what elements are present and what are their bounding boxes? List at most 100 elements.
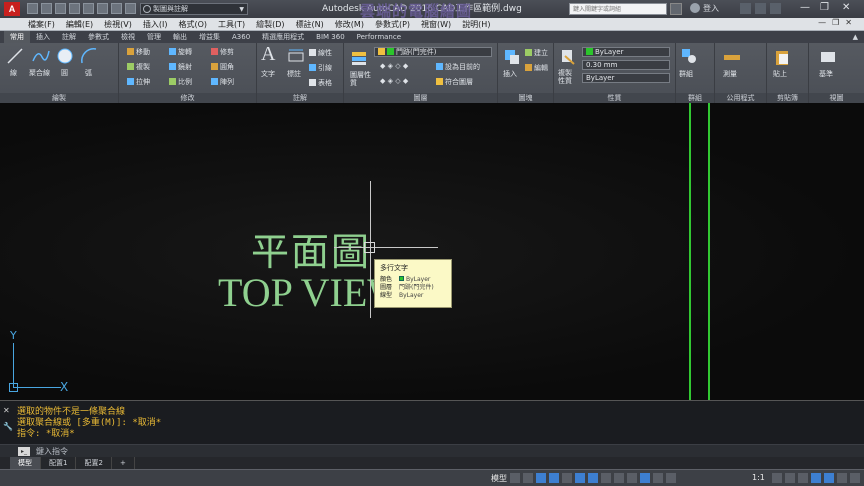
polar-icon[interactable] (549, 473, 559, 483)
insert-block-icon[interactable] (503, 48, 521, 66)
layer-tools-row2[interactable]: ◆ ◈ ◇ ◆ (380, 77, 408, 85)
tab-view[interactable]: 檢視 (115, 31, 141, 43)
grid-icon[interactable] (510, 473, 520, 483)
model-space-button[interactable]: 模型 (491, 473, 507, 484)
add-layout-button[interactable]: + (112, 457, 135, 469)
plan-title-english[interactable]: TOP VIEW (218, 269, 378, 316)
customization-menu-icon[interactable] (850, 473, 860, 483)
dimension-label[interactable]: 標註 (287, 69, 301, 79)
line-icon[interactable] (6, 47, 24, 65)
command-prompt-icon[interactable]: ▸_ (18, 447, 30, 456)
annotation-scale-value[interactable]: 1:1 (752, 473, 765, 482)
menu-item-view[interactable]: 檢視(V) (104, 19, 132, 30)
group-icon[interactable] (680, 47, 698, 65)
close-button[interactable]: ✕ (842, 2, 850, 13)
annotation-scale-icon[interactable] (666, 473, 676, 483)
base-view-icon[interactable] (819, 48, 837, 66)
tab-featured-apps[interactable]: 精選應用程式 (256, 31, 310, 43)
transparency-icon[interactable] (614, 473, 624, 483)
tab-home[interactable]: 常用 (4, 31, 30, 43)
tab-layout2[interactable]: 配置2 (76, 457, 112, 469)
arc-icon[interactable] (80, 47, 98, 65)
plan-title-chinese[interactable]: 平面圖 (251, 221, 371, 276)
layer-properties-icon[interactable] (350, 49, 368, 67)
menu-item-parametric[interactable]: 參數式(P) (375, 19, 410, 30)
a360-icon[interactable] (755, 3, 766, 14)
document-window-controls[interactable]: —❐✕ (818, 18, 858, 27)
panel-annotation-title[interactable]: 註解 (257, 93, 343, 103)
layer-tools-row1[interactable]: ◆ ◈ ◇ ◆ (380, 62, 408, 70)
tab-insert[interactable]: 插入 (30, 31, 56, 43)
tab-bim360[interactable]: BIM 360 (310, 31, 351, 43)
open-icon[interactable] (41, 3, 52, 14)
panel-view-title[interactable]: 視圖 (809, 93, 864, 103)
undo-icon[interactable] (97, 3, 108, 14)
linetype-dropdown[interactable]: ByLayer (582, 73, 670, 83)
menu-item-window[interactable]: 視窗(W) (421, 19, 451, 30)
selection-cycling-icon[interactable] (627, 473, 637, 483)
workspace-gear-icon[interactable] (125, 3, 136, 14)
minimize-button[interactable]: — (800, 2, 810, 13)
dimension-icon[interactable] (287, 47, 305, 65)
menu-item-format[interactable]: 格式(O) (178, 19, 207, 30)
workspace-switch-icon[interactable] (772, 473, 782, 483)
tab-annotate[interactable]: 註解 (56, 31, 82, 43)
lineweight-icon[interactable] (601, 473, 611, 483)
line-label[interactable]: 線 (10, 68, 17, 78)
isolate-objects-icon[interactable] (811, 473, 821, 483)
command-input[interactable]: 鍵入指令 (36, 446, 68, 457)
layer-properties-label[interactable]: 圖層性質 (350, 71, 372, 87)
paste-label[interactable]: 貼上 (773, 69, 787, 79)
insert-label[interactable]: 插入 (503, 69, 517, 79)
drawing-canvas[interactable]: 平面圖 TOP VIEW 多行文字 顏色 ByLayer 圖層門跡(門完件) 線型… (0, 103, 864, 400)
help-icon[interactable] (770, 3, 781, 14)
move-tool[interactable]: 移動 (127, 47, 150, 57)
object-snap-tracking-icon[interactable] (575, 473, 585, 483)
tab-parametric[interactable]: 參數式 (82, 31, 115, 43)
make-current-tool[interactable]: 設為目前的 (436, 62, 480, 72)
menu-item-file[interactable]: 檔案(F) (28, 19, 55, 30)
copy-tool[interactable]: 複製 (127, 62, 150, 72)
table-tool[interactable]: 表格 (309, 78, 332, 88)
tab-a360[interactable]: A360 (226, 31, 256, 43)
search-icon[interactable] (670, 3, 682, 15)
new-icon[interactable] (27, 3, 38, 14)
save-icon[interactable] (55, 3, 66, 14)
object-snap-icon[interactable] (588, 473, 598, 483)
isodraft-icon[interactable] (562, 473, 572, 483)
polyline-icon[interactable] (32, 47, 50, 65)
mirror-tool[interactable]: 鏡射 (169, 62, 192, 72)
tab-output[interactable]: 輸出 (167, 31, 193, 43)
tab-layout1[interactable]: 配置1 (41, 457, 77, 469)
hardware-acceleration-icon[interactable] (824, 473, 834, 483)
panel-draw-title[interactable]: 繪製 (0, 93, 118, 103)
scale-tool[interactable]: 比例 (169, 77, 192, 87)
ribbon-minimize-button[interactable]: ▲ (853, 32, 858, 42)
menu-item-help[interactable]: 說明(H) (462, 19, 490, 30)
text-label[interactable]: 文字 (261, 69, 275, 79)
panel-modify-title[interactable]: 修改 (119, 93, 256, 103)
auto-scale-icon[interactable] (653, 473, 663, 483)
tab-manage[interactable]: 管理 (141, 31, 167, 43)
annotation-visibility-icon[interactable] (640, 473, 650, 483)
redo-icon[interactable] (111, 3, 122, 14)
panel-utilities-title[interactable]: 公用程式 (715, 93, 766, 103)
units-icon[interactable] (798, 473, 808, 483)
green-frame-line-left[interactable] (689, 103, 691, 400)
customize-icon[interactable]: 🔧 (3, 422, 13, 431)
leader-tool[interactable]: 引線 (309, 63, 332, 73)
stretch-tool[interactable]: 拉伸 (127, 77, 150, 87)
ortho-icon[interactable] (536, 473, 546, 483)
exchange-icon[interactable] (740, 3, 751, 14)
array-tool[interactable]: 陣列 (211, 77, 234, 87)
login-label[interactable]: 登入 (703, 3, 719, 14)
menu-item-modify[interactable]: 修改(M) (335, 19, 364, 30)
match-properties-icon[interactable] (559, 48, 577, 66)
panel-block-title[interactable]: 圖塊 (498, 93, 553, 103)
panel-groups-title[interactable]: 群組 (676, 93, 714, 103)
measure-icon[interactable] (723, 48, 741, 66)
match-layer-tool[interactable]: 符合圖層 (436, 77, 473, 87)
measure-label[interactable]: 測量 (723, 69, 737, 79)
tab-model[interactable]: 模型 (10, 457, 41, 469)
tab-addins[interactable]: 增益集 (193, 31, 226, 43)
